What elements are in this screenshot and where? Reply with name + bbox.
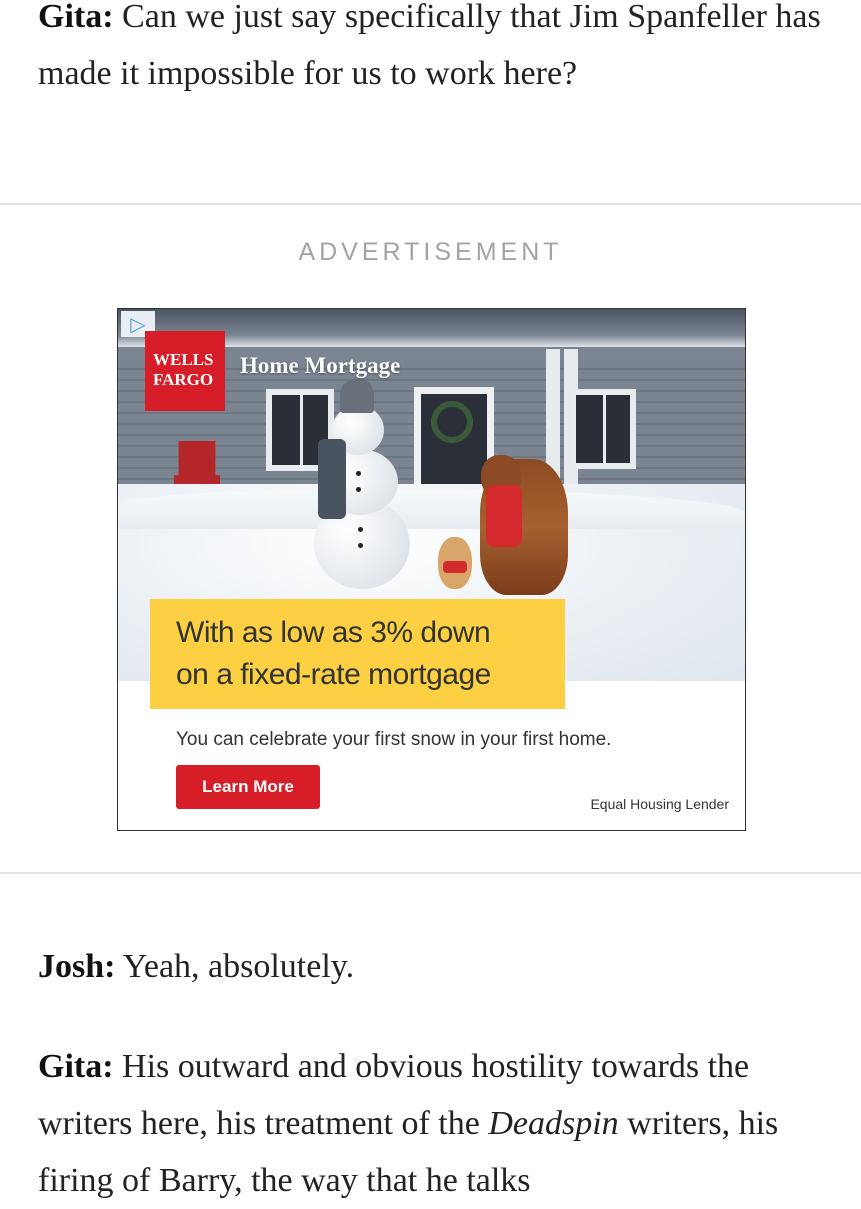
logo-line: FARGO	[153, 370, 214, 389]
ad-headline: With as low as 3% down on a fixed-rate m…	[176, 612, 491, 696]
dog-scarf	[486, 485, 522, 547]
headline-line: on a fixed-rate mortgage	[176, 658, 491, 691]
snowman-button	[358, 543, 363, 548]
snowman-scarf	[318, 439, 346, 519]
speaker-name: Gita:	[38, 0, 114, 35]
house-window	[570, 389, 636, 469]
paragraph-text: Can we just say specifically that Jim Sp…	[38, 0, 821, 92]
wells-fargo-ad[interactable]: ▷ WELLS FARGO Home Mortgage With as low …	[117, 308, 746, 831]
snowman-button	[356, 487, 361, 492]
headline-line: With as low as 3% down	[176, 616, 491, 649]
logo-line: WELLS	[153, 350, 214, 369]
speaker-name: Gita:	[38, 1048, 114, 1085]
product-title: Home Mortgage	[240, 353, 401, 378]
paragraph-josh: Josh: Yeah, absolutely.	[38, 938, 828, 995]
wells-fargo-logo: WELLS FARGO	[145, 331, 225, 411]
paragraph-gita-1: Gita: Can we just say specifically that …	[38, 0, 828, 102]
ad-subline: You can celebrate your first snow in you…	[176, 729, 612, 750]
advertisement-label: ADVERTISEMENT	[298, 238, 563, 266]
learn-more-button[interactable]: Learn More	[176, 765, 320, 809]
speaker-name: Josh:	[38, 948, 116, 985]
puppy-scarf	[443, 561, 467, 573]
divider-top	[0, 203, 861, 205]
publication-name: Deadspin	[488, 1105, 619, 1142]
divider-bottom	[0, 872, 861, 874]
snowman-hat-icon	[340, 379, 374, 413]
paragraph-text: Yeah, absolutely.	[115, 948, 355, 985]
paragraph-gita-2: Gita: His outward and obvious hostility …	[38, 1038, 828, 1209]
snowman-button	[358, 527, 363, 532]
wreath-icon	[431, 401, 473, 443]
equal-housing-lender-text: Equal Housing Lender	[590, 796, 729, 812]
snowman-button	[356, 471, 361, 476]
